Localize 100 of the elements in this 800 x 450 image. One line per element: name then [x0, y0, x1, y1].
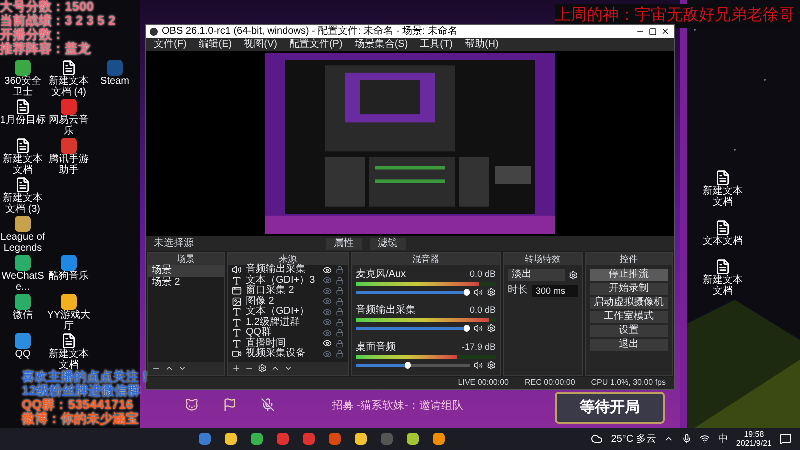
source-item[interactable]: 窗口采集 2 — [228, 286, 348, 296]
flag-icon[interactable] — [223, 398, 237, 412]
lock-icon[interactable] — [336, 287, 344, 296]
control-button[interactable]: 停止推流 — [590, 269, 668, 281]
text-icon — [232, 307, 242, 318]
icon-label[interactable]: 微信 — [13, 310, 33, 321]
taskbar-app-icon[interactable] — [225, 433, 237, 445]
icon-label[interactable]: YY游戏大厅 — [46, 310, 92, 332]
menu-item[interactable]: 视图(V) — [244, 40, 278, 50]
settings-icon[interactable] — [487, 361, 496, 370]
promo-text: 微博：你的未少涵宝 — [22, 412, 140, 426]
lock-icon[interactable] — [336, 266, 344, 274]
source-item[interactable]: 视频采集设备 — [228, 349, 348, 360]
transition-select[interactable]: 淡出 — [508, 269, 565, 281]
weather-text: 25°C 多云 — [611, 432, 656, 446]
lock-icon[interactable] — [336, 340, 344, 348]
control-button[interactable]: 退出 — [590, 339, 668, 351]
settings-icon[interactable] — [487, 288, 496, 297]
source-item[interactable]: 图像 2 — [228, 296, 348, 307]
close-icon[interactable] — [661, 27, 670, 36]
icon-label[interactable]: 网易云音乐 — [46, 115, 92, 137]
image-icon — [232, 296, 242, 307]
icon-label[interactable]: 360安全卫士 — [0, 76, 46, 98]
mic-off-icon[interactable] — [261, 398, 275, 412]
icon-label[interactable]: 腾讯手游助手 — [46, 154, 92, 176]
lock-icon[interactable] — [336, 329, 344, 338]
source-item[interactable]: 文本（GDI+） — [228, 307, 348, 318]
icon-label[interactable]: 新建文本文档 (4) — [46, 76, 92, 98]
icon-label[interactable]: 新建文本文档 — [46, 349, 92, 371]
source-item[interactable]: QQ群 — [228, 328, 348, 338]
document-icon — [61, 60, 77, 76]
toolbar-button[interactable]: 属性 — [326, 238, 362, 250]
volume-slider[interactable] — [356, 290, 470, 294]
notification-icon[interactable] — [780, 433, 792, 445]
source-item[interactable]: 文本（GDI+）3 — [228, 276, 348, 286]
network-icon[interactable] — [700, 434, 710, 444]
control-button[interactable]: 开始录制 — [590, 283, 668, 295]
scene-item[interactable]: 场景 — [148, 265, 224, 277]
icon-label[interactable]: Steam — [100, 76, 130, 87]
lock-icon[interactable] — [336, 318, 344, 327]
down-icon[interactable] — [284, 364, 293, 373]
down-icon[interactable] — [178, 364, 187, 373]
app-logo-icon — [150, 28, 158, 36]
icon-label[interactable]: QQ — [15, 349, 31, 360]
lock-icon[interactable] — [336, 308, 344, 316]
icon-label[interactable]: 新建文本文档 — [700, 186, 746, 208]
toolbar-button[interactable]: 滤镜 — [370, 238, 406, 250]
duration-field[interactable]: 300 ms — [532, 285, 578, 297]
menu-item[interactable]: 帮助(H) — [464, 40, 499, 50]
add-icon[interactable] — [232, 364, 241, 373]
camera-icon — [232, 349, 242, 360]
icon-label[interactable]: 新建文本文档 (3) — [0, 193, 46, 215]
control-button[interactable]: 启动虚拟摄像机 — [590, 297, 668, 309]
scene-item[interactable]: 场景 2 — [148, 277, 224, 289]
slider-thumb[interactable] — [464, 288, 470, 296]
up-icon[interactable] — [271, 364, 280, 373]
icon-label[interactable]: 酷狗音乐 — [49, 271, 89, 282]
icon-label[interactable]: 新建文本文档 — [700, 275, 746, 297]
settings-icon[interactable] — [487, 324, 496, 334]
input-method-indicator[interactable]: 中 — [718, 432, 728, 446]
clock-date: 2021/9/21 — [736, 439, 772, 448]
source-item[interactable]: 1.2级牌进群 — [228, 318, 348, 328]
menu-item[interactable]: 工具(T) — [420, 40, 453, 50]
slider-thumb[interactable] — [404, 362, 411, 370]
lock-icon[interactable] — [336, 350, 344, 358]
cat-icon[interactable] — [185, 398, 199, 412]
icon-label[interactable]: League of Legends — [0, 232, 46, 254]
microphone-icon[interactable] — [682, 434, 692, 444]
source-item[interactable]: 直播时间 — [228, 338, 348, 349]
maximize-icon[interactable] — [649, 28, 657, 36]
menu-item[interactable]: 配置文件(P) — [289, 40, 343, 50]
speaker-icon[interactable] — [474, 288, 483, 297]
up-icon[interactable] — [165, 364, 174, 373]
no-source-label: 未选择源 — [154, 238, 194, 248]
document-icon — [15, 138, 31, 154]
menu-item[interactable]: 编辑(E) — [198, 40, 232, 50]
icon-label[interactable]: 新建文本文档 — [0, 154, 46, 176]
taskbar-app-icon[interactable] — [407, 433, 419, 445]
volume-slider[interactable] — [356, 364, 470, 368]
control-button[interactable]: 设置 — [590, 325, 668, 337]
taskbar-app-icon[interactable] — [433, 433, 445, 445]
menu-item[interactable]: 场景集合(S) — [354, 40, 408, 50]
speaker-icon[interactable] — [474, 361, 483, 370]
source-item[interactable]: 音频输出采集 — [228, 265, 348, 276]
icon-label[interactable]: WeChatSe... — [0, 271, 46, 293]
taskbar-app-icon[interactable] — [355, 433, 367, 445]
dock-title: 转场特效 — [525, 254, 561, 264]
icon-label[interactable]: 1月份目标 — [0, 115, 46, 126]
wait-button[interactable]: 等待开局 — [555, 392, 665, 424]
control-button[interactable]: 工作室模式 — [590, 311, 668, 323]
lock-icon[interactable] — [336, 276, 344, 285]
lock-icon[interactable] — [336, 298, 344, 306]
taskbar-app-icon[interactable] — [251, 433, 263, 445]
menu-item[interactable]: 文件(F) — [154, 40, 187, 50]
volume-slider[interactable] — [356, 327, 470, 330]
icon-label[interactable]: 文本文档 — [703, 236, 743, 247]
settings-icon[interactable] — [569, 270, 578, 280]
speaker-icon[interactable] — [474, 324, 483, 334]
slider-thumb[interactable] — [464, 325, 470, 332]
settings-icon[interactable] — [258, 364, 267, 373]
